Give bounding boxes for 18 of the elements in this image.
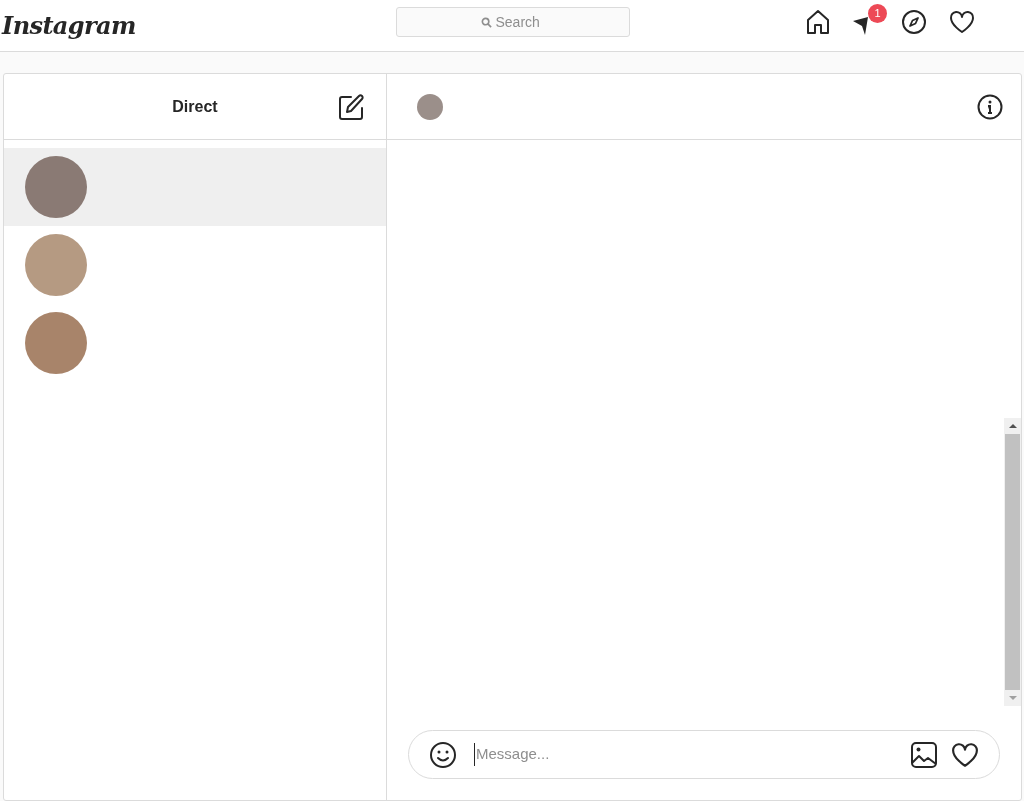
instagram-logo[interactable]: Instagram bbox=[2, 7, 136, 44]
heart-icon[interactable] bbox=[951, 741, 979, 768]
search-input: Search bbox=[495, 11, 546, 33]
info-icon[interactable] bbox=[977, 93, 1003, 120]
heart-icon[interactable] bbox=[949, 10, 975, 34]
avatar-photo[interactable] bbox=[417, 93, 443, 120]
inbox-title: Direct bbox=[172, 96, 218, 117]
emoji-icon[interactable] bbox=[429, 740, 457, 769]
home-icon[interactable] bbox=[805, 9, 831, 35]
notification-badge: 1 bbox=[868, 4, 887, 23]
search-field[interactable]: Search bbox=[396, 7, 630, 37]
conversation-item[interactable] bbox=[4, 148, 386, 226]
search-icon bbox=[480, 16, 492, 28]
compass-icon[interactable] bbox=[901, 9, 927, 35]
scrollbar[interactable] bbox=[1004, 418, 1021, 706]
message-input[interactable]: Message... bbox=[474, 743, 893, 766]
compose-icon[interactable] bbox=[337, 94, 365, 122]
image-icon[interactable] bbox=[910, 740, 938, 769]
